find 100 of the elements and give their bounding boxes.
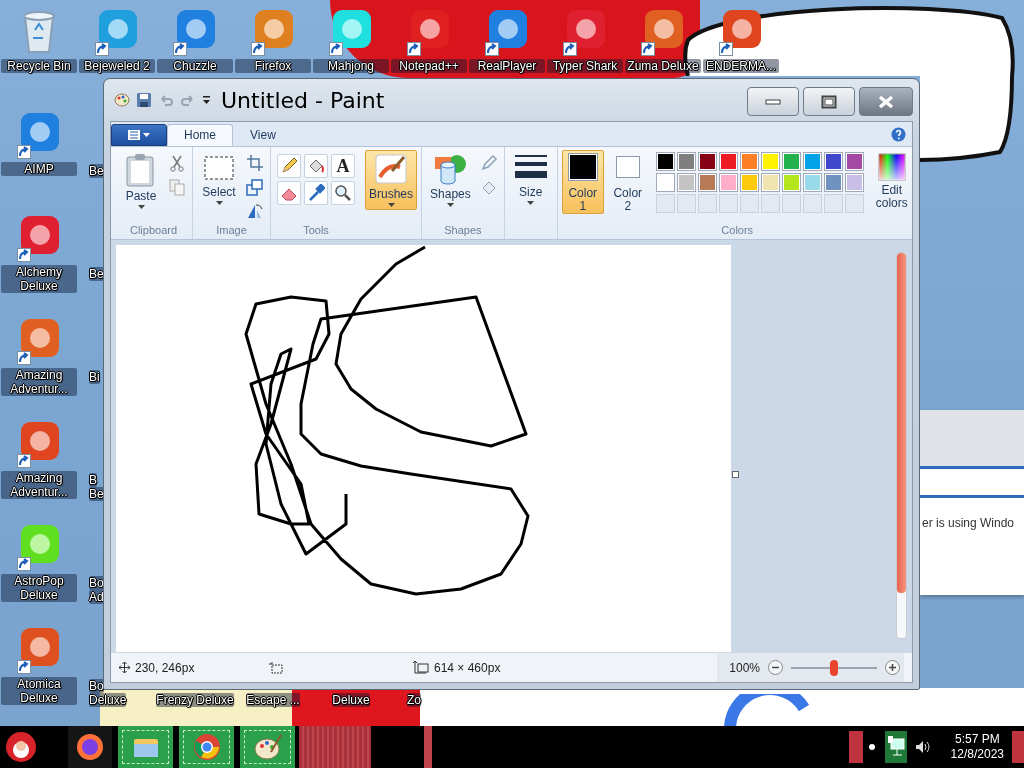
taskbar-button[interactable]: [179, 726, 234, 768]
plus-icon: [885, 660, 900, 675]
icon-label[interactable]: Be: [89, 487, 104, 501]
icon-label[interactable]: RealPlayer: [469, 59, 545, 73]
icon-label[interactable]: Chuzzle: [157, 59, 233, 73]
icon-label[interactable]: B: [89, 473, 97, 487]
pencil-icon: [280, 157, 298, 175]
file-menu-button[interactable]: [111, 124, 167, 146]
color-spectrum-icon: [877, 153, 906, 181]
tray-button[interactable]: [848, 731, 863, 763]
palette-swatch[interactable]: [739, 152, 759, 171]
magnifier-button[interactable]: [331, 181, 355, 205]
resize-button[interactable]: [244, 176, 266, 198]
ribbon-tab[interactable]: Home: [167, 124, 233, 146]
palette-icon: [252, 732, 283, 762]
network-icon[interactable]: [884, 731, 907, 763]
clock[interactable]: 5:57 PM 12/8/2023: [950, 732, 1004, 762]
color-picker-button[interactable]: [304, 181, 328, 205]
palette-swatch[interactable]: [697, 152, 717, 171]
palette-swatch[interactable]: [718, 152, 738, 171]
palette-swatch[interactable]: [823, 152, 843, 171]
icon-label[interactable]: Bejeweled 2: [79, 59, 155, 73]
palette-swatch[interactable]: [760, 173, 780, 192]
palette-swatch[interactable]: [739, 173, 759, 192]
edit-colors-button[interactable]: Edit colors: [870, 150, 913, 213]
ribbon-button[interactable]: Select: [197, 150, 241, 208]
resize-handle[interactable]: [732, 471, 739, 478]
clipboard-icon: [125, 153, 157, 187]
pencil-button[interactable]: [277, 154, 301, 178]
palette-swatch[interactable]: [676, 173, 696, 192]
palette-swatch[interactable]: [781, 173, 801, 192]
undo-icon[interactable]: [158, 92, 174, 108]
dropdown-arrow-icon[interactable]: [202, 95, 211, 105]
icon-label[interactable]: Be: [89, 164, 104, 178]
group-label: Colors: [721, 223, 754, 237]
icon-label[interactable]: Alchemy Deluxe: [1, 265, 77, 293]
taskbar-button[interactable]: [240, 726, 295, 768]
taskbar-button[interactable]: [68, 726, 112, 768]
ribbon-button[interactable]: Brushes: [365, 150, 418, 210]
palette-swatch[interactable]: [844, 173, 864, 192]
rotate-icon: [246, 202, 264, 220]
close-button[interactable]: [859, 87, 913, 116]
caret-icon: [215, 201, 223, 205]
icon-label[interactable]: Amazing Adventur...: [1, 368, 77, 396]
help-icon[interactable]: [891, 126, 906, 142]
icon-label[interactable]: AstroPop Deluxe: [1, 574, 77, 602]
palette-swatch[interactable]: [781, 152, 801, 171]
palette-swatch[interactable]: [697, 173, 717, 192]
icon-label[interactable]: Recycle Bin: [1, 59, 77, 73]
icon-label[interactable]: Firefox: [235, 59, 311, 73]
palette-swatch[interactable]: [823, 173, 843, 192]
group-label: Image: [216, 223, 247, 237]
icon-label[interactable]: Ad: [89, 590, 104, 604]
paint-bucket-button[interactable]: [304, 154, 328, 178]
palette-swatch[interactable]: [676, 152, 696, 171]
icon-label[interactable]: Bo: [89, 679, 104, 693]
browser-icon: [191, 732, 222, 762]
ribbon-button[interactable]: Paste: [119, 150, 163, 212]
copy-button[interactable]: [166, 176, 188, 198]
ribbon-tab[interactable]: View: [233, 124, 293, 146]
icon-label[interactable]: Deluxe: [332, 693, 370, 707]
eraser-button[interactable]: [277, 181, 301, 205]
palette-swatch[interactable]: [655, 152, 675, 171]
minimize-button[interactable]: [747, 87, 799, 116]
group-label: Clipboard: [129, 223, 178, 237]
ribbon-button[interactable]: Shapes: [426, 150, 475, 210]
save-icon[interactable]: [136, 92, 152, 108]
palette-swatch[interactable]: [718, 173, 738, 192]
icon-label[interactable]: Typer Shark: [547, 59, 623, 73]
color-slot-button[interactable]: Color 1: [561, 150, 604, 214]
redo-icon[interactable]: [180, 92, 196, 108]
crop-button[interactable]: [244, 152, 266, 174]
palette-swatch[interactable]: [655, 173, 675, 192]
palette-swatch[interactable]: [760, 152, 780, 171]
icon-label[interactable]: Bo: [89, 576, 104, 590]
palette-icon[interactable]: [114, 92, 130, 108]
zoom-in-button[interactable]: [885, 660, 900, 675]
icon-label[interactable]: Notepad++: [391, 59, 467, 73]
icon-label[interactable]: AIMP: [1, 162, 77, 176]
icon-label[interactable]: Mahjong: [313, 59, 389, 73]
icon-label[interactable]: Escape ...: [246, 693, 300, 707]
text-tool-button[interactable]: A: [331, 154, 355, 178]
zoom-out-button[interactable]: [768, 660, 783, 675]
palette-swatch[interactable]: [802, 152, 822, 171]
maximize-button[interactable]: [803, 87, 855, 116]
ribbon-button[interactable]: Size: [508, 150, 553, 208]
icon-label[interactable]: Be: [89, 267, 104, 281]
scrollbar-thumb[interactable]: [897, 253, 906, 593]
icon-label[interactable]: Bi: [89, 370, 100, 384]
icon-label[interactable]: Atomica Deluxe: [1, 677, 77, 705]
drawing-canvas[interactable]: [116, 245, 731, 652]
slider-thumb[interactable]: [830, 659, 838, 676]
scrollbar[interactable]: [896, 252, 907, 639]
palette-swatch[interactable]: [844, 152, 864, 171]
icon-label[interactable]: Amazing Adventur...: [1, 471, 77, 499]
speaker-icon[interactable]: [914, 739, 931, 755]
color-slot-button[interactable]: Color 2: [606, 150, 649, 214]
close-icon: [878, 94, 894, 109]
palette-swatch[interactable]: [802, 173, 822, 192]
icon-label[interactable]: Frenzy Deluxe: [156, 693, 234, 707]
